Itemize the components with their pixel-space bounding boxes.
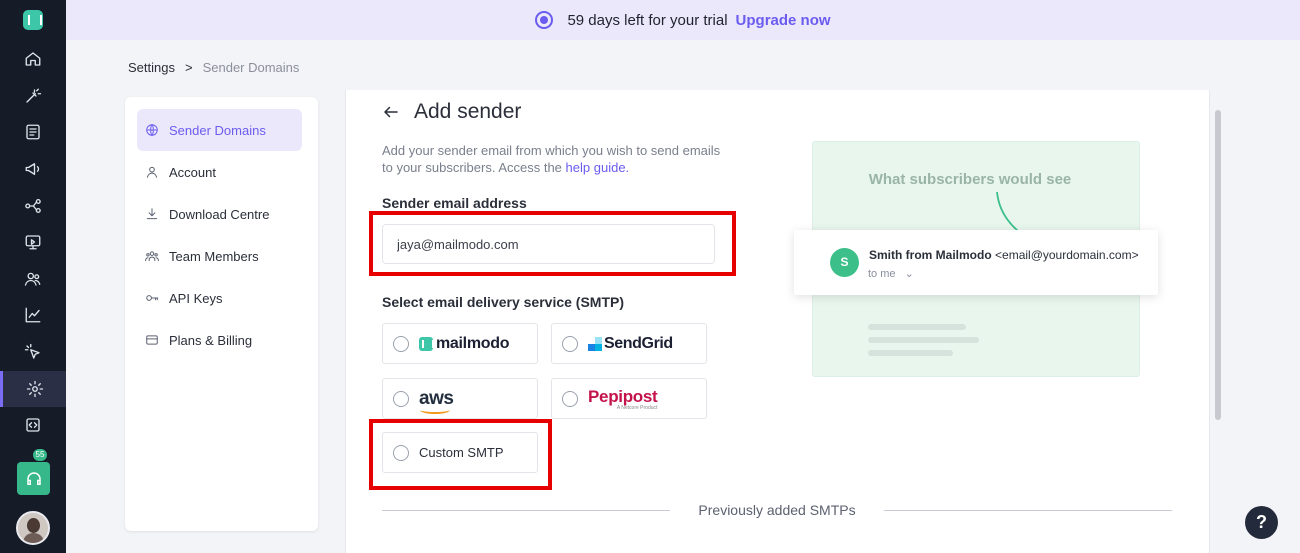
chevron-down-icon: ⌄: [904, 268, 914, 280]
left-rail: 55: [0, 0, 66, 553]
chevron-right-icon: >: [184, 60, 193, 75]
trial-banner: 59 days left for your trial Upgrade now: [66, 0, 1300, 40]
menu-item-label: API Keys: [169, 290, 223, 306]
page-title: Add sender: [414, 100, 522, 123]
menu-item-team-members[interactable]: Team Members: [137, 235, 302, 277]
user-avatar[interactable]: [16, 511, 50, 545]
trial-text: 59 days left for your trial: [567, 11, 728, 29]
title-row: Add sender: [382, 100, 521, 124]
menu-item-api-keys[interactable]: API Keys: [137, 277, 302, 319]
radio-button[interactable]: [562, 390, 578, 407]
breadcrumb-sender-domains: Sender Domains: [202, 60, 300, 75]
divider-line: [883, 509, 1172, 511]
template-icon[interactable]: [0, 114, 66, 150]
menu-item-label: Account: [169, 164, 216, 180]
click-icon[interactable]: [0, 334, 66, 370]
previous-smtps-label: Previously added SMTPs: [698, 502, 856, 518]
divider-line: [382, 509, 671, 511]
option-aws[interactable]: aws: [382, 378, 538, 419]
menu-item-sender-domains[interactable]: Sender Domains: [137, 109, 302, 151]
breadcrumb: Settings > Sender Domains: [128, 60, 299, 75]
key-icon: [146, 295, 159, 301]
notification-badge: 55: [32, 448, 48, 462]
menu-item-label: Sender Domains: [169, 122, 266, 138]
radio-button[interactable]: [393, 335, 409, 352]
mailmodo-icon: [419, 336, 434, 351]
settings-menu: Sender Domains Account Download Centre T…: [125, 97, 318, 531]
back-arrow-icon[interactable]: [382, 103, 400, 121]
sender-line: Smith from Mailmodo <email@yourdomain.co…: [869, 248, 1139, 262]
download-icon: [146, 208, 158, 220]
description-text: Add your sender email from which you wis…: [382, 143, 721, 175]
audience-icon[interactable]: [0, 261, 66, 297]
sender-email: <email@yourdomain.com>: [995, 248, 1139, 262]
pepipost-logo: Pepipost A Netcore Product: [588, 386, 658, 411]
email-preview-card: S Smith from Mailmodo <email@yourdomain.…: [794, 230, 1158, 295]
sender-email-input[interactable]: [382, 224, 715, 264]
mailmodo-logo-icon[interactable]: [23, 10, 43, 30]
upgrade-link[interactable]: Upgrade now: [736, 12, 831, 29]
scrollbar[interactable]: [1215, 110, 1221, 420]
pepipost-text: Pepipost: [588, 386, 658, 406]
journey-icon[interactable]: [0, 188, 66, 224]
screen-icon[interactable]: [0, 224, 66, 260]
option-pepipost[interactable]: Pepipost A Netcore Product: [551, 378, 707, 419]
sendgrid-logo: SendGrid: [588, 335, 673, 353]
radio-button[interactable]: [393, 444, 409, 461]
support-headset-button[interactable]: [17, 462, 50, 495]
analytics-icon[interactable]: [0, 297, 66, 333]
skeleton-line: [868, 350, 953, 356]
home-icon[interactable]: [0, 41, 66, 77]
add-sender-card: Add sender Add your sender email from wh…: [345, 90, 1210, 553]
moon-icon: [535, 11, 554, 29]
description: Add your sender email from which you wis…: [382, 142, 722, 176]
card-icon: [146, 335, 158, 345]
menu-item-plans-billing[interactable]: Plans & Billing: [137, 319, 302, 361]
preview-title: What subscribers would see: [868, 171, 1072, 188]
menu-item-label: Plans & Billing: [169, 332, 253, 348]
sender-email-label: Sender email address: [382, 195, 527, 211]
to-me-text: to me: [868, 268, 896, 280]
breadcrumb-settings[interactable]: Settings: [128, 60, 175, 75]
sendgrid-text: SendGrid: [604, 334, 673, 352]
code-icon[interactable]: [0, 407, 66, 443]
magic-wand-icon[interactable]: [0, 78, 66, 114]
option-custom-smtp[interactable]: Custom SMTP: [382, 432, 538, 473]
smtp-label: Select email delivery service (SMTP): [382, 294, 625, 310]
skeleton-line: [868, 324, 966, 330]
user-icon: [146, 166, 158, 178]
aws-logo: aws: [419, 387, 454, 414]
custom-smtp-label: Custom SMTP: [419, 445, 504, 460]
help-guide-link[interactable]: help guide.: [566, 160, 630, 175]
to-me-line: to me ⌄: [868, 267, 914, 280]
help-button[interactable]: ?: [1245, 506, 1278, 539]
settings-icon[interactable]: [0, 371, 66, 407]
menu-item-label: Download Centre: [169, 206, 270, 222]
sendgrid-icon: [588, 336, 602, 351]
megaphone-icon[interactable]: [0, 151, 66, 187]
radio-button[interactable]: [393, 390, 409, 407]
previous-smtps-divider: Previously added SMTPs: [382, 502, 1172, 518]
option-sendgrid[interactable]: SendGrid: [551, 323, 707, 364]
option-mailmodo[interactable]: mailmodo: [382, 323, 538, 364]
skeleton-line: [868, 337, 979, 343]
sender-avatar: S: [830, 248, 859, 277]
menu-item-download-centre[interactable]: Download Centre: [137, 193, 302, 235]
menu-item-label: Team Members: [169, 248, 259, 264]
radio-button[interactable]: [562, 335, 578, 352]
sender-name: Smith from Mailmodo: [869, 248, 992, 262]
mailmodo-logo: mailmodo: [419, 335, 509, 353]
menu-item-account[interactable]: Account: [137, 151, 302, 193]
team-icon: [145, 251, 159, 262]
mailmodo-text: mailmodo: [436, 334, 510, 352]
globe-icon: [146, 124, 158, 136]
